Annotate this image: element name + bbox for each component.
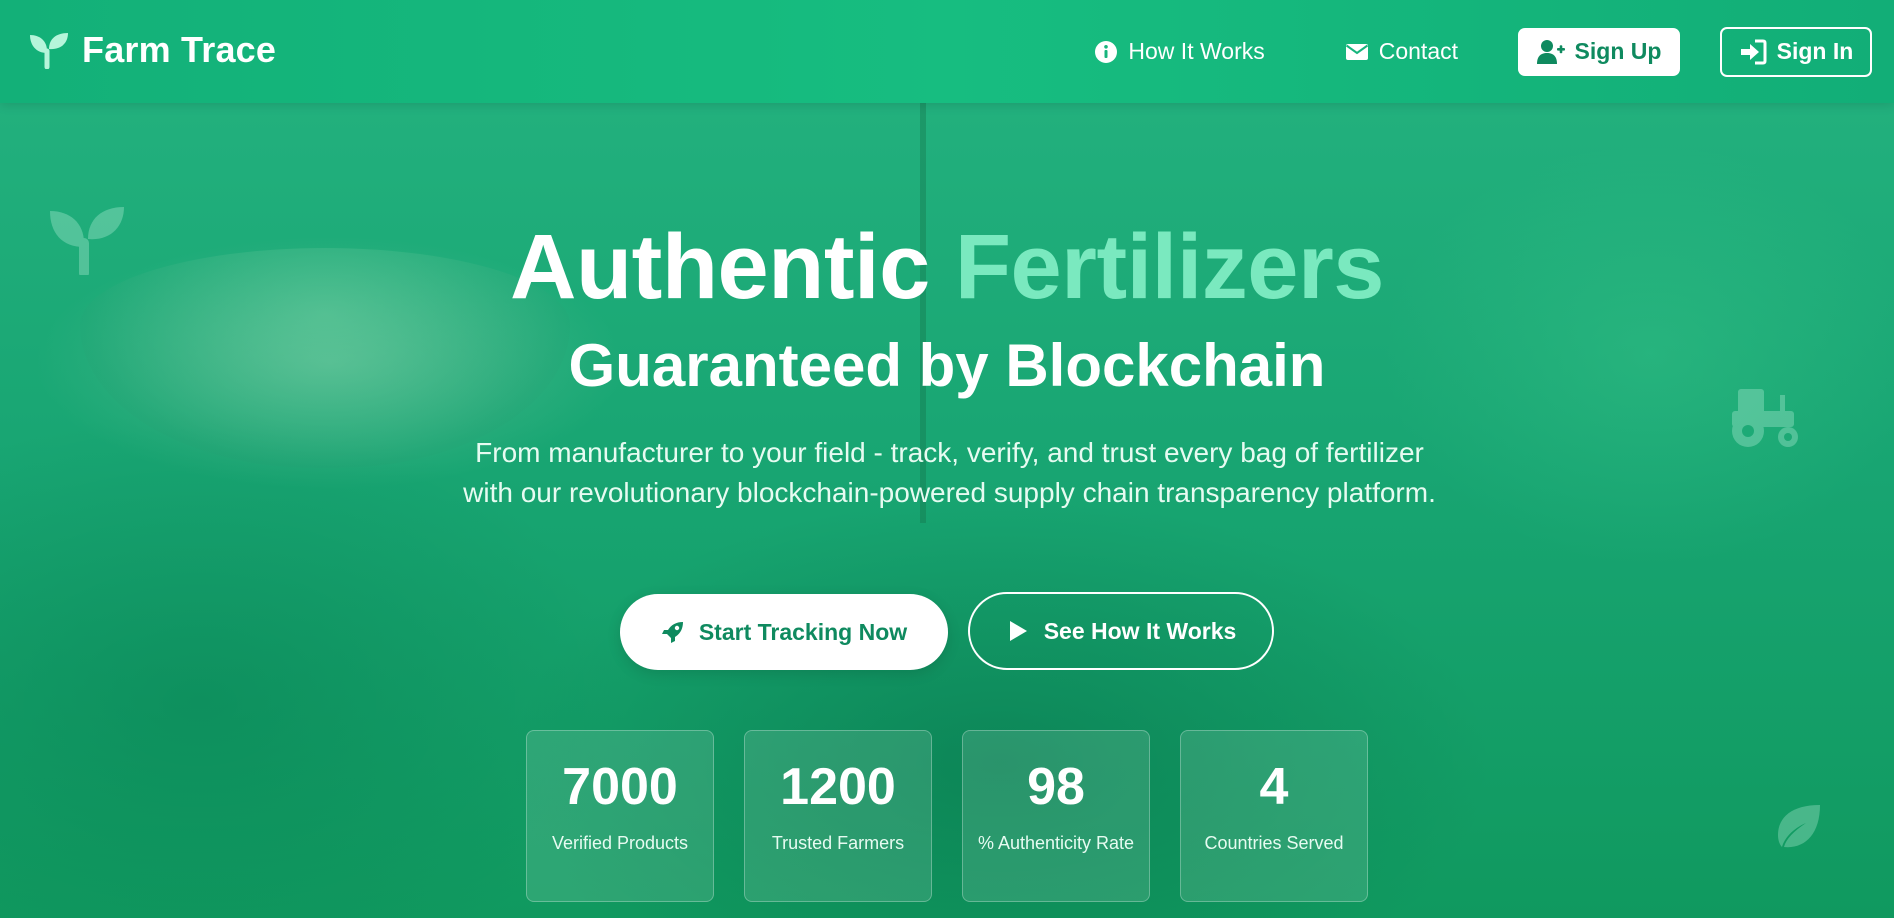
- hero-section: Authentic Fertilizers Guaranteed by Bloc…: [0, 103, 1894, 918]
- stat-label: % Authenticity Rate: [977, 833, 1135, 853]
- nav-link-label: Contact: [1378, 38, 1458, 64]
- start-tracking-button[interactable]: Start Tracking Now: [620, 594, 948, 670]
- start-tracking-label: Start Tracking Now: [698, 618, 908, 645]
- brand-name: Farm Trace: [82, 29, 277, 70]
- stat-value: 1200: [780, 758, 896, 816]
- brand-logo-link[interactable]: Farm Trace: [28, 29, 276, 71]
- nav-link-contact[interactable]: Contact: [1345, 38, 1458, 65]
- stat-card: 1200 Trusted Farmers: [744, 730, 932, 902]
- envelope-icon: [1345, 43, 1368, 60]
- nav-link-how-it-works[interactable]: How It Works: [1094, 38, 1265, 65]
- stat-label: Verified Products: [551, 833, 689, 853]
- sign-in-icon: [1740, 39, 1767, 64]
- hero-title: Authentic Fertilizers: [0, 221, 1894, 313]
- seedling-icon: [30, 33, 68, 69]
- sign-in-button[interactable]: Sign In: [1720, 26, 1872, 77]
- see-how-it-works-button[interactable]: See How It Works: [968, 592, 1274, 670]
- hero-title-main: Authentic: [510, 216, 930, 318]
- play-icon: [1009, 621, 1027, 641]
- stat-value: 7000: [562, 758, 678, 816]
- hero-title-accent: Fertilizers: [954, 216, 1385, 318]
- nav-link-label: How It Works: [1128, 38, 1265, 64]
- sign-up-label: Sign Up: [1574, 38, 1662, 64]
- cta-row: Start Tracking Now See How It Works: [0, 592, 1894, 670]
- navbar: Farm Trace How It Works Contact Sign Up …: [0, 0, 1894, 103]
- hero-description: From manufacturer to your field - track,…: [463, 437, 1436, 508]
- see-how-it-works-label: See How It Works: [1043, 617, 1237, 644]
- rocket-icon: [661, 622, 683, 643]
- info-icon: [1095, 40, 1118, 63]
- stat-card: 7000 Verified Products: [526, 730, 714, 902]
- sign-in-label: Sign In: [1776, 38, 1854, 64]
- stats-row: 7000 Verified Products 1200 Trusted Farm…: [0, 730, 1894, 902]
- stat-card: 98 % Authenticity Rate: [962, 730, 1150, 902]
- stat-card: 4 Countries Served: [1180, 730, 1368, 902]
- user-plus-icon: [1536, 39, 1565, 64]
- hero-subtitle: Guaranteed by Blockchain: [568, 332, 1326, 399]
- nav-links: How It Works Contact Sign Up Sign In: [1094, 0, 1894, 103]
- sign-up-button[interactable]: Sign Up: [1518, 27, 1680, 76]
- stat-value: 4: [1259, 758, 1289, 816]
- stat-label: Countries Served: [1204, 833, 1344, 853]
- stat-value: 98: [1027, 758, 1085, 816]
- stat-label: Trusted Farmers: [771, 833, 905, 853]
